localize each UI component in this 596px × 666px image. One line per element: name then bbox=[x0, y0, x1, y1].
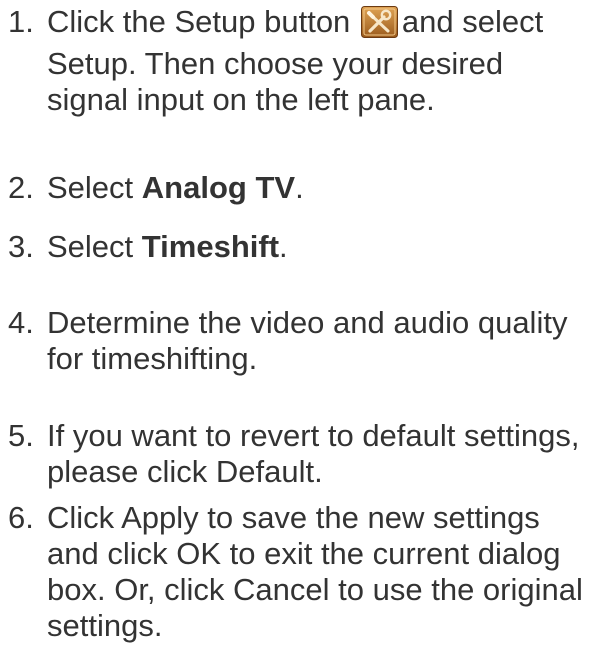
step-text: Determine the video and audio quality fo… bbox=[47, 305, 568, 376]
setup-tools-icon bbox=[360, 6, 398, 46]
step-text-suffix: . bbox=[279, 229, 288, 264]
step-4: 4. Determine the video and audio quality… bbox=[8, 305, 592, 377]
step-text: Click the Setup button and select Setup.… bbox=[47, 4, 592, 118]
setting-name-timeshift: Timeshift bbox=[141, 229, 280, 264]
step-text-suffix: . bbox=[295, 170, 304, 205]
step-number: 4. bbox=[8, 305, 34, 340]
step-number: 1. bbox=[8, 4, 34, 39]
instruction-list: 1. Click the Setup button and select Set… bbox=[0, 0, 596, 666]
setting-name-analog-tv: Analog TV bbox=[141, 170, 296, 205]
step-text: Select Analog TV. bbox=[47, 170, 592, 206]
step-5: 5. If you want to revert to default sett… bbox=[8, 418, 592, 490]
step-3: 3. Select Timeshift. bbox=[8, 229, 592, 265]
step-text-prefix: Select bbox=[47, 170, 134, 205]
step-text-before-icon: Click the Setup button bbox=[47, 4, 351, 39]
step-2: 2. Select Analog TV. bbox=[8, 170, 592, 206]
step-number: 2. bbox=[8, 170, 34, 205]
step-text: Select Timeshift. bbox=[47, 229, 592, 265]
step-text-prefix: Select bbox=[47, 229, 134, 264]
step-1: 1. Click the Setup button and select Set… bbox=[8, 4, 592, 118]
step-number: 6. bbox=[8, 500, 34, 535]
step-6: 6. Click Apply to save the new settings … bbox=[8, 500, 592, 644]
step-number: 3. bbox=[8, 229, 34, 264]
step-text: If you want to revert to default setting… bbox=[47, 418, 580, 489]
step-number: 5. bbox=[8, 418, 34, 453]
step-text: Click Apply to save the new settings and… bbox=[47, 500, 583, 643]
